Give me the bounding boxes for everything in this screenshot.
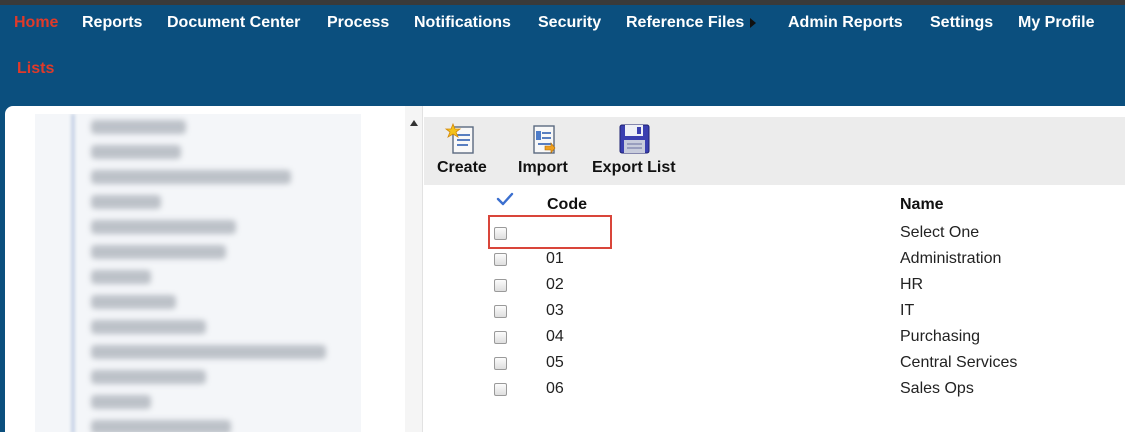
- table-row[interactable]: 06 Sales Ops: [424, 377, 1125, 403]
- code-cell: 02: [546, 276, 564, 293]
- nav-my-profile[interactable]: My Profile: [1018, 14, 1094, 32]
- tree-item[interactable]: [91, 195, 161, 209]
- tree-item[interactable]: [91, 345, 326, 359]
- tree-item[interactable]: [91, 370, 206, 384]
- nav-security[interactable]: Security: [538, 14, 601, 32]
- name-cell: Central Services: [900, 354, 1018, 371]
- row-checkbox[interactable]: [494, 279, 507, 292]
- code-cell: 01: [546, 250, 564, 267]
- column-header-name[interactable]: Name: [900, 196, 944, 214]
- code-cell: 03: [546, 302, 564, 319]
- table-row[interactable]: 05 Central Services: [424, 351, 1125, 377]
- nav-reference-files[interactable]: Reference Files: [626, 14, 757, 32]
- create-button[interactable]: Create: [437, 122, 487, 177]
- select-all-check-icon[interactable]: [496, 192, 514, 206]
- export-list-label: Export List: [592, 159, 676, 176]
- save-icon: [619, 124, 650, 154]
- tree-item[interactable]: [91, 145, 181, 159]
- nav-document-center[interactable]: Document Center: [167, 14, 300, 32]
- nav-settings[interactable]: Settings: [930, 14, 993, 32]
- code-cell: 05: [546, 354, 564, 371]
- tree-item[interactable]: [91, 395, 151, 409]
- row-checkbox[interactable]: [494, 357, 507, 370]
- import-button[interactable]: Import: [518, 122, 568, 177]
- name-cell: Administration: [900, 250, 1002, 267]
- tree-item[interactable]: [91, 120, 186, 134]
- tree-guide-line: [71, 114, 75, 432]
- tree-item[interactable]: [91, 320, 206, 334]
- code-cell: 04: [546, 328, 564, 345]
- table-row[interactable]: 04 Purchasing: [424, 325, 1125, 351]
- nav-reports[interactable]: Reports: [82, 14, 142, 32]
- code-cell: 06: [546, 380, 564, 397]
- name-cell: Sales Ops: [900, 380, 974, 397]
- main-nav: Home Reports Document Center Process Not…: [0, 5, 1125, 106]
- tree-item[interactable]: [91, 420, 231, 432]
- tree-panel: [35, 114, 361, 432]
- nav-notifications[interactable]: Notifications: [414, 14, 511, 32]
- content-area: Create Import Export List Code Name Sele…: [5, 106, 1125, 432]
- nav-admin-reports[interactable]: Admin Reports: [788, 14, 903, 32]
- nav-process[interactable]: Process: [327, 14, 389, 32]
- name-cell: Purchasing: [900, 328, 981, 345]
- tree-item[interactable]: [91, 170, 291, 184]
- name-cell: HR: [900, 276, 924, 293]
- import-icon: [533, 125, 556, 154]
- column-header-code[interactable]: Code: [547, 196, 587, 214]
- list-panel: Create Import Export List Code Name Sele…: [424, 106, 1125, 432]
- panel-splitter[interactable]: [405, 106, 423, 432]
- name-cell: Select One: [900, 224, 980, 241]
- tree-item[interactable]: [91, 270, 151, 284]
- export-list-button[interactable]: Export List: [592, 122, 676, 177]
- row-checkbox[interactable]: [494, 331, 507, 344]
- row-checkbox[interactable]: [494, 253, 507, 266]
- table-row[interactable]: 02 HR: [424, 273, 1125, 299]
- table-row[interactable]: 01 Administration: [424, 247, 1125, 273]
- row-checkbox[interactable]: [494, 383, 507, 396]
- tree-item[interactable]: [91, 220, 236, 234]
- highlight-annotation: [488, 215, 612, 249]
- create-label: Create: [437, 159, 487, 176]
- nav-lists[interactable]: Lists: [17, 60, 54, 78]
- nav-home[interactable]: Home: [14, 14, 58, 32]
- nav-reference-files-label: Reference Files: [626, 14, 745, 31]
- create-icon: [444, 122, 474, 154]
- submenu-arrow-icon: [750, 17, 757, 28]
- name-cell: IT: [900, 302, 915, 319]
- import-label: Import: [518, 159, 568, 176]
- scroll-up-arrow-icon[interactable]: [410, 120, 418, 126]
- toolbar: Create Import Export List: [424, 117, 1125, 185]
- table-row[interactable]: 03 IT: [424, 299, 1125, 325]
- tree-item[interactable]: [91, 245, 226, 259]
- row-checkbox[interactable]: [494, 305, 507, 318]
- tree-item[interactable]: [91, 295, 176, 309]
